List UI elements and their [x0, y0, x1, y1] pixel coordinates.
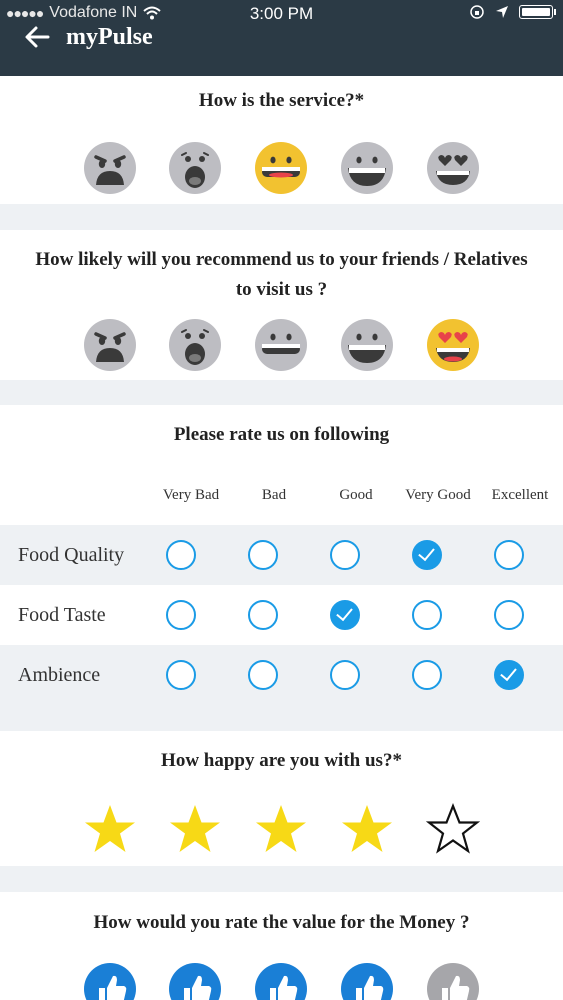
value-card: How would you rate the value for the Mon…	[0, 892, 563, 1000]
grin-face-icon[interactable]	[340, 318, 394, 372]
neutral-face-icon[interactable]	[254, 318, 308, 372]
page-title: myPulse	[66, 23, 153, 50]
recommend-card: How likely will you recommend us to your…	[0, 230, 563, 380]
surprised-face-icon[interactable]	[168, 141, 222, 195]
angry-face-icon[interactable]	[83, 318, 137, 372]
column-header-very-good: Very Good	[405, 487, 471, 503]
value-question: How would you rate the value for the Mon…	[93, 912, 470, 933]
recommend-emoji-row	[0, 318, 563, 372]
radio-excellent[interactable]	[494, 540, 524, 570]
rating-row-label: Food Taste	[18, 604, 106, 626]
rotation-lock-icon	[470, 5, 484, 19]
rating-row-label: Ambience	[18, 664, 101, 686]
rating-table-card: Please rate us on following Very Bad Bad…	[0, 405, 563, 705]
radio-very-bad[interactable]	[166, 600, 196, 630]
radio-good[interactable]	[330, 600, 360, 630]
column-header-excellent: Excellent	[491, 487, 549, 503]
service-emoji-row	[0, 141, 563, 195]
rating-row-food-quality: Food Quality	[0, 525, 563, 585]
neutral-face-icon[interactable]	[254, 141, 308, 195]
radio-very-good[interactable]	[412, 540, 442, 570]
rating-row-label: Food Quality	[18, 544, 125, 566]
radio-good[interactable]	[330, 660, 360, 690]
radio-bad[interactable]	[248, 600, 278, 630]
star-filled-icon[interactable]	[340, 803, 394, 855]
surprised-face-icon[interactable]	[168, 318, 222, 372]
star-filled-icon[interactable]	[254, 803, 308, 855]
rating-row-ambience: Ambience	[0, 645, 563, 705]
happiness-question: How happy are you with us?*	[161, 750, 402, 771]
rating-column-headers: Very Bad Bad Good Very Good Excellent	[0, 487, 563, 507]
heart-eyes-face-icon[interactable]	[426, 141, 480, 195]
thumbs-up-icon[interactable]	[168, 962, 222, 1000]
happiness-card: How happy are you with us?*	[0, 731, 563, 866]
back-arrow-icon[interactable]	[24, 24, 50, 50]
grin-face-icon[interactable]	[340, 141, 394, 195]
star-filled-icon[interactable]	[83, 803, 137, 855]
radio-excellent[interactable]	[494, 600, 524, 630]
heart-eyes-face-icon[interactable]	[426, 318, 480, 372]
recommend-question-line1: How likely will you recommend us to your…	[35, 249, 528, 270]
radio-bad[interactable]	[248, 660, 278, 690]
column-header-bad: Bad	[261, 487, 287, 503]
app-header: ●●●●● Vodafone IN 3:00 PM myPulse	[0, 0, 563, 76]
column-header-very-bad: Very Bad	[162, 487, 220, 503]
column-header-good: Good	[339, 487, 373, 503]
location-icon	[496, 6, 508, 18]
thumbs-up-icon[interactable]	[340, 962, 394, 1000]
star-filled-icon[interactable]	[168, 803, 222, 855]
star-empty-icon[interactable]	[426, 803, 480, 855]
thumbs-up-icon[interactable]	[83, 962, 137, 1000]
rating-table-title: Please rate us on following	[173, 424, 390, 445]
radio-good[interactable]	[330, 540, 360, 570]
radio-bad[interactable]	[248, 540, 278, 570]
radio-excellent[interactable]	[494, 660, 524, 690]
service-question: How is the service?*	[198, 90, 365, 111]
battery-icon	[519, 5, 556, 19]
angry-face-icon[interactable]	[83, 141, 137, 195]
radio-very-bad[interactable]	[166, 660, 196, 690]
radio-very-bad[interactable]	[166, 540, 196, 570]
thumbs-up-icon[interactable]	[254, 962, 308, 1000]
radio-very-good[interactable]	[412, 660, 442, 690]
radio-very-good[interactable]	[412, 600, 442, 630]
service-card: How is the service?*	[0, 76, 563, 204]
rating-row-food-taste: Food Taste	[0, 585, 563, 645]
thumbs-up-icon[interactable]	[426, 962, 480, 1000]
recommend-question-line2: to visit us ?	[235, 279, 328, 300]
